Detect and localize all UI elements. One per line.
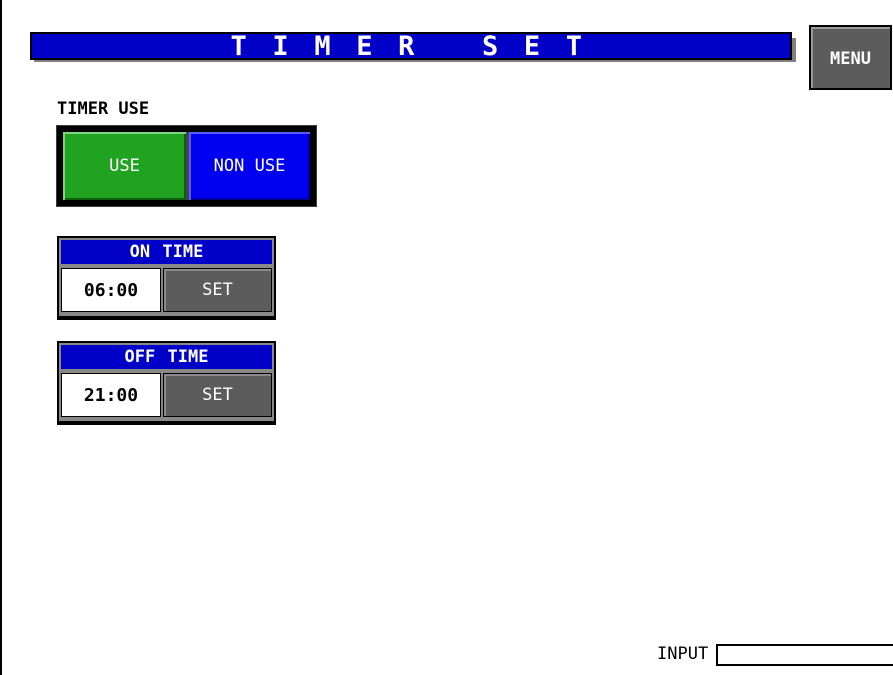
off-time-frame: OFF TIME 21:00 SET	[59, 343, 274, 421]
input-label: INPUT	[657, 644, 709, 664]
page-title: TIMER SET	[230, 30, 608, 62]
timer-use-toggle-inner: USE NON USE	[63, 132, 310, 200]
on-time-panel: ON TIME 06:00 SET	[57, 236, 276, 320]
off-time-header: OFF TIME	[61, 345, 272, 369]
on-time-set-button[interactable]: SET	[163, 268, 272, 312]
use-button-label: USE	[109, 156, 140, 176]
off-time-set-label: SET	[202, 385, 233, 405]
use-button[interactable]: USE	[63, 132, 186, 200]
off-time-set-button[interactable]: SET	[163, 373, 272, 417]
menu-button-label: MENU	[830, 48, 871, 69]
on-time-value: 06:00	[61, 268, 161, 312]
off-time-panel: OFF TIME 21:00 SET	[57, 341, 276, 425]
non-use-button[interactable]: NON USE	[189, 132, 310, 200]
non-use-button-label: NON USE	[213, 156, 286, 176]
timer-use-label: TIMER USE	[57, 99, 150, 119]
input-field[interactable]	[716, 644, 893, 666]
on-time-frame: ON TIME 06:00 SET	[59, 238, 274, 316]
timer-use-toggle-group: USE NON USE	[57, 126, 316, 206]
menu-button[interactable]: MENU	[809, 25, 892, 90]
off-time-value: 21:00	[61, 373, 161, 417]
on-time-header: ON TIME	[61, 240, 272, 264]
title-bar: TIMER SET	[30, 30, 792, 62]
timer-set-screen: TIMER SET MENU TIMER USE USE NON USE ON …	[0, 0, 893, 675]
on-time-set-label: SET	[202, 280, 233, 300]
